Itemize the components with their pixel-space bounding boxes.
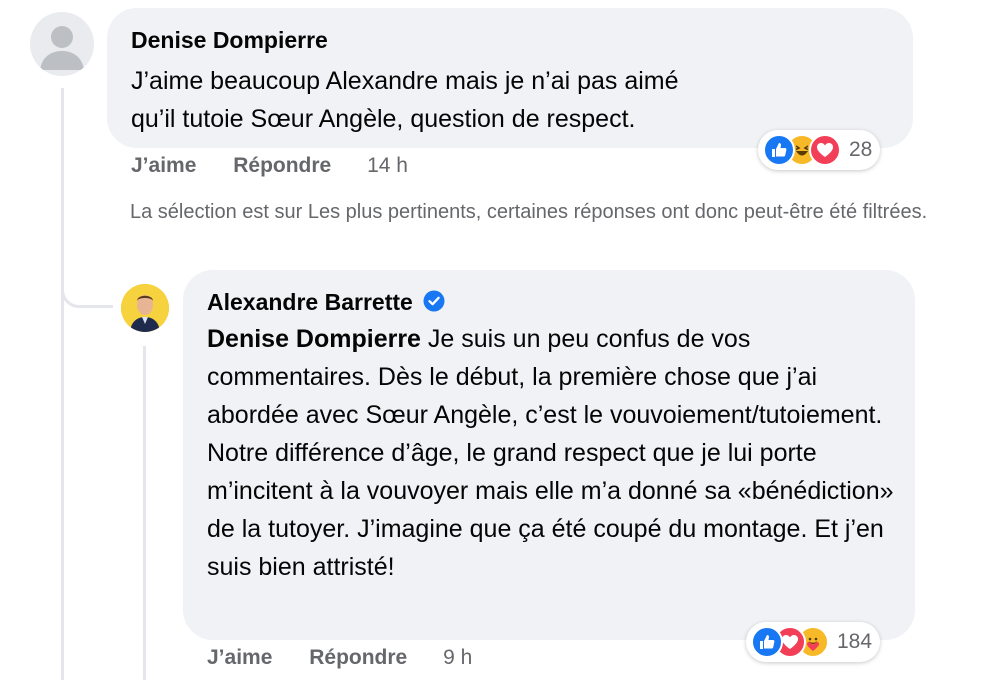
love-icon — [809, 134, 841, 166]
comment-timestamp[interactable]: 14 h — [367, 154, 408, 177]
reply-mention[interactable]: Denise Dompierre — [207, 325, 421, 353]
comment-author[interactable]: Denise Dompierre — [131, 25, 328, 55]
like-button[interactable]: J’aime — [207, 646, 272, 669]
profile-photo — [121, 284, 169, 332]
reply-thread-line — [143, 346, 146, 680]
avatar-denise-dompierre[interactable] — [30, 12, 94, 76]
thread-line-vertical — [61, 88, 64, 680]
like-button[interactable]: J’aime — [131, 154, 196, 177]
reply-reactions[interactable]: 184 — [746, 622, 881, 662]
reply-author-row: Alexandre Barrette — [207, 287, 445, 319]
reply-actions: J’aime Répondre 9 h — [207, 644, 472, 672]
default-profile-icon — [40, 26, 84, 70]
reaction-count: 28 — [849, 138, 873, 161]
verified-badge-icon — [423, 289, 445, 319]
comment-text: J’aime beaucoup Alexandre mais je n’ai p… — [131, 67, 679, 133]
reply-author[interactable]: Alexandre Barrette — [207, 289, 413, 315]
reaction-count: 184 — [837, 630, 873, 653]
like-icon — [751, 626, 783, 658]
avatar-alexandre-barrette[interactable] — [121, 284, 169, 332]
reply-timestamp[interactable]: 9 h — [443, 646, 472, 669]
comment-bubble: Denise Dompierre J’aime beaucoup Alexand… — [107, 8, 913, 148]
filter-notice: La sélection est sur Les plus pertinents… — [130, 201, 928, 223]
reply-button[interactable]: Répondre — [309, 646, 407, 669]
reply-button[interactable]: Répondre — [233, 154, 331, 177]
reply-text: Je suis un peu confus de vos commentaire… — [207, 325, 894, 581]
comment-actions: J’aime Répondre 14 h — [131, 152, 408, 180]
reply-bubble: Alexandre Barrette Denise Dompierre Je s… — [183, 270, 915, 640]
reply-text-block: Denise Dompierre Je suis un peu confus d… — [207, 320, 897, 586]
comment-reactions[interactable]: 28 — [758, 130, 881, 170]
like-icon — [763, 134, 795, 166]
thread-branch-connector — [61, 268, 113, 308]
